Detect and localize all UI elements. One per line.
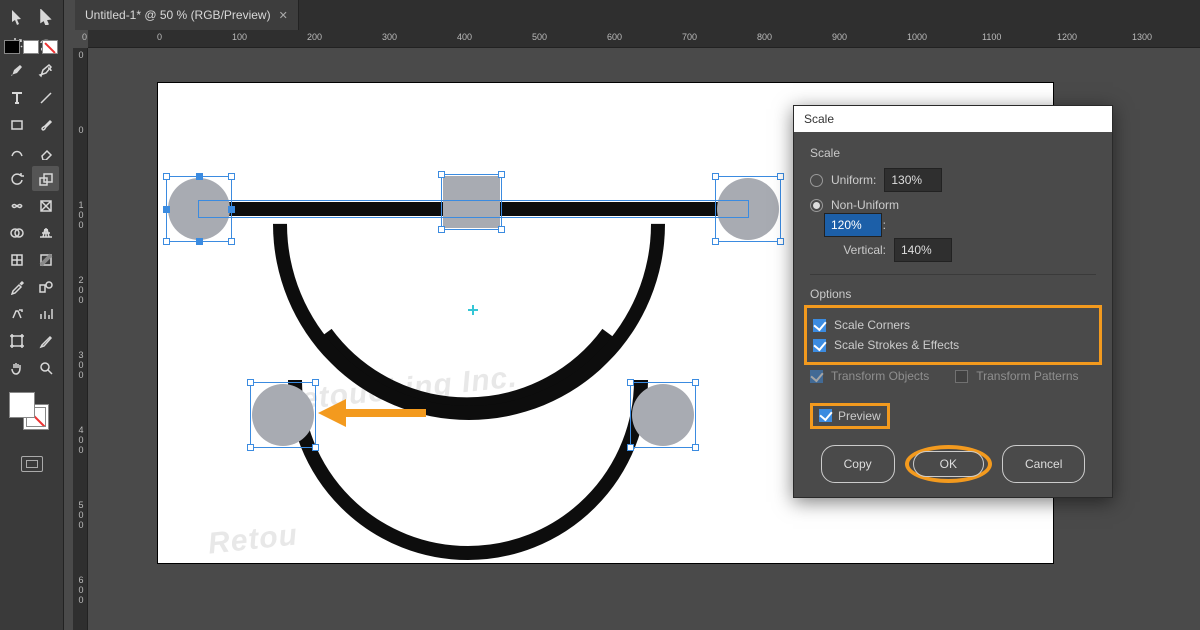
direct-selection-tool[interactable] bbox=[32, 4, 59, 29]
close-tab-icon[interactable]: ✕ bbox=[279, 9, 288, 22]
slice-tool[interactable] bbox=[32, 328, 59, 353]
document-tab[interactable]: Untitled-1* @ 50 % (RGB/Preview) ✕ bbox=[75, 0, 299, 30]
zoom-tool[interactable] bbox=[32, 355, 59, 380]
paintbrush-tool[interactable] bbox=[32, 112, 59, 137]
cancel-button[interactable]: Cancel bbox=[1002, 445, 1085, 483]
scale-dialog: Scale Scale Uniform: 130% Non-Uniform Ho… bbox=[793, 105, 1113, 498]
nonuniform-radio[interactable] bbox=[810, 199, 823, 212]
selection-box[interactable] bbox=[250, 382, 316, 448]
transform-objects-checkbox bbox=[810, 370, 823, 383]
nonuniform-radio-row[interactable]: Non-Uniform bbox=[810, 198, 1096, 212]
hand-tool[interactable] bbox=[3, 355, 30, 380]
selection-tool[interactable] bbox=[3, 4, 30, 29]
preview-label: Preview bbox=[838, 409, 881, 423]
ruler-vertical[interactable]: 00100200300400500600700 bbox=[73, 48, 88, 630]
blend-tool[interactable] bbox=[32, 274, 59, 299]
uniform-radio-row[interactable]: Uniform: 130% bbox=[810, 168, 1096, 192]
shaper-tool[interactable] bbox=[3, 139, 30, 164]
curvature-tool[interactable] bbox=[32, 58, 59, 83]
transform-origin-icon[interactable] bbox=[468, 305, 478, 315]
document-tab-title: Untitled-1* @ 50 % (RGB/Preview) bbox=[85, 8, 271, 22]
uniform-label: Uniform: bbox=[831, 173, 876, 187]
pen-tool[interactable] bbox=[3, 58, 30, 83]
perspective-grid-tool[interactable] bbox=[32, 220, 59, 245]
width-tool[interactable] bbox=[3, 193, 30, 218]
eraser-tool[interactable] bbox=[32, 139, 59, 164]
line-segment-tool[interactable] bbox=[32, 85, 59, 110]
scale-corners-row[interactable]: Scale Corners bbox=[813, 318, 1093, 332]
uniform-radio[interactable] bbox=[810, 174, 823, 187]
shape-builder-tool[interactable] bbox=[3, 220, 30, 245]
scale-strokes-label: Scale Strokes & Effects bbox=[834, 338, 959, 352]
ruler-horizontal[interactable]: 0010020030040050060070080090010001100120… bbox=[88, 30, 1200, 48]
scale-strokes-row[interactable]: Scale Strokes & Effects bbox=[813, 338, 1093, 352]
section-options-label: Options bbox=[810, 287, 1096, 301]
transform-patterns-checkbox bbox=[955, 370, 968, 383]
mesh-tool[interactable] bbox=[3, 247, 30, 272]
scale-strokes-checkbox[interactable] bbox=[813, 339, 826, 352]
free-transform-tool[interactable] bbox=[32, 193, 59, 218]
horizontal-input[interactable]: 120% bbox=[824, 213, 882, 237]
scale-corners-checkbox[interactable] bbox=[813, 319, 826, 332]
symbol-sprayer-tool[interactable] bbox=[3, 301, 30, 326]
artboard-tool[interactable] bbox=[3, 328, 30, 353]
document-tab-bar: Untitled-1* @ 50 % (RGB/Preview) ✕ bbox=[75, 0, 1200, 30]
uniform-input[interactable]: 130% bbox=[884, 168, 942, 192]
ok-highlight: OK bbox=[905, 445, 992, 483]
rectangle-tool[interactable] bbox=[3, 112, 30, 137]
nonuniform-label: Non-Uniform bbox=[831, 198, 899, 212]
color-mode-swatches[interactable] bbox=[4, 40, 58, 54]
selection-box[interactable] bbox=[198, 200, 749, 218]
vertical-label: Vertical: bbox=[824, 243, 886, 257]
transform-objects-label: Transform Objects bbox=[831, 369, 929, 383]
eyedropper-tool[interactable] bbox=[3, 274, 30, 299]
type-tool[interactable] bbox=[3, 85, 30, 110]
dialog-title[interactable]: Scale bbox=[794, 106, 1112, 132]
preview-checkbox[interactable] bbox=[819, 409, 832, 422]
options-highlight: Scale Corners Scale Strokes & Effects bbox=[804, 305, 1102, 365]
column-graph-tool[interactable] bbox=[32, 301, 59, 326]
vertical-input[interactable]: 140% bbox=[894, 238, 952, 262]
section-scale-label: Scale bbox=[810, 146, 1096, 160]
transform-patterns-label: Transform Patterns bbox=[976, 369, 1078, 383]
gradient-tool[interactable] bbox=[32, 247, 59, 272]
scale-corners-label: Scale Corners bbox=[834, 318, 910, 332]
ok-button[interactable]: OK bbox=[913, 451, 984, 477]
screen-mode-button[interactable] bbox=[3, 456, 60, 472]
tools-panel bbox=[0, 0, 64, 630]
fill-stroke-swatches[interactable] bbox=[3, 390, 60, 434]
copy-button[interactable]: Copy bbox=[821, 445, 895, 483]
preview-highlight: Preview bbox=[810, 403, 890, 429]
scale-tool[interactable] bbox=[32, 166, 59, 191]
selection-box[interactable] bbox=[630, 382, 696, 448]
rotate-tool[interactable] bbox=[3, 166, 30, 191]
